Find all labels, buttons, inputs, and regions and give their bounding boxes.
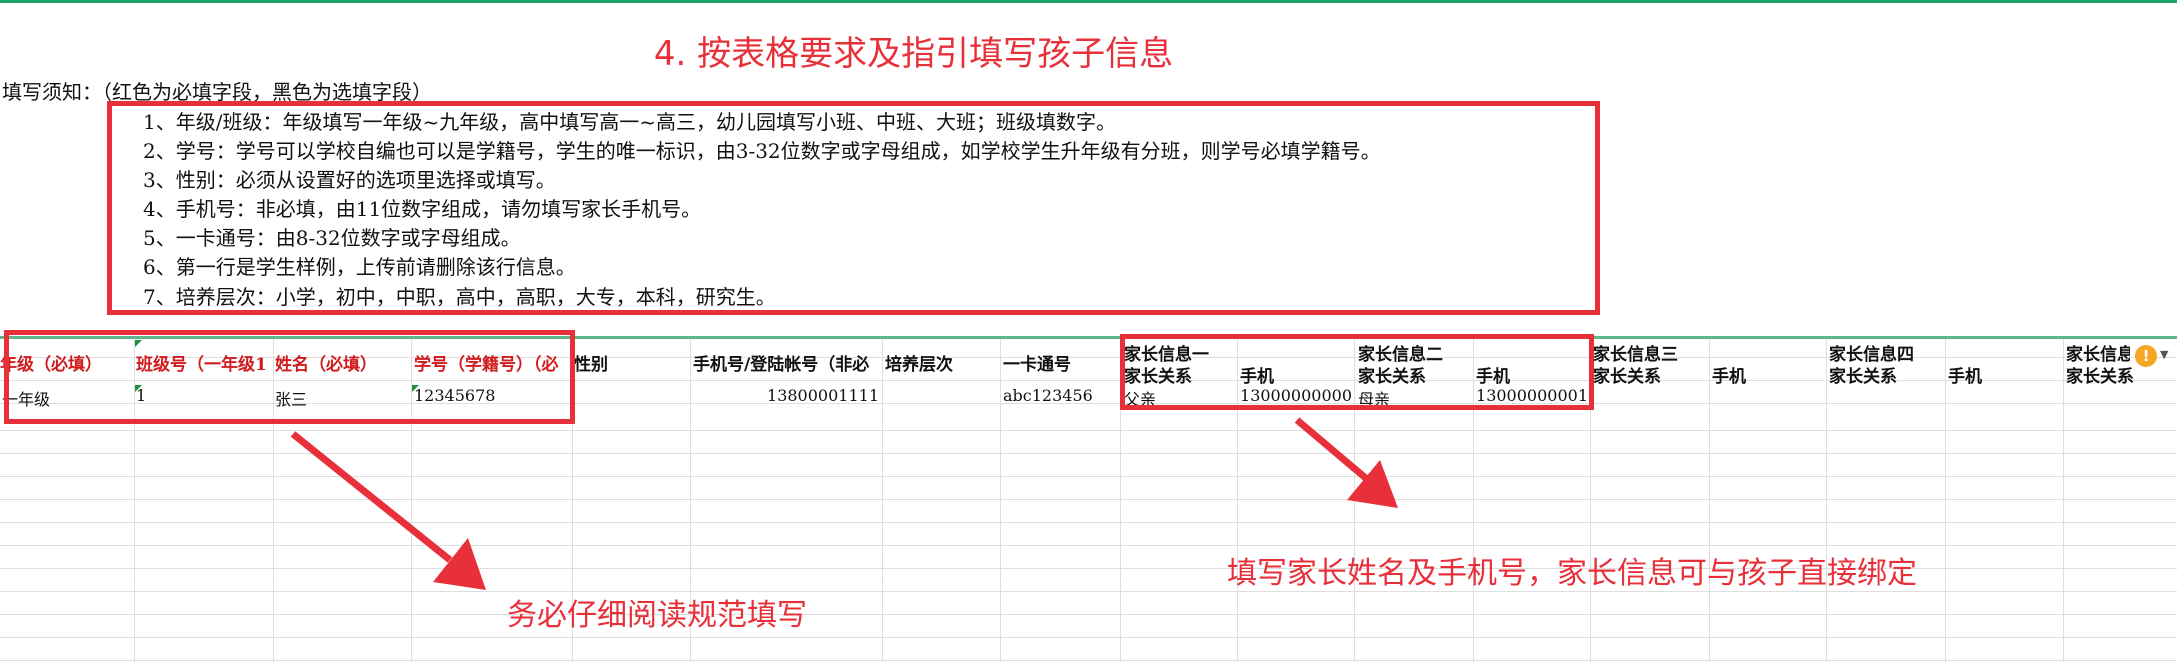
annotation-parent-info: 填写家长姓名及手机号，家长信息可与孩子直接绑定: [1227, 556, 1917, 591]
left-arrow-head: [433, 538, 486, 590]
annotation-read-carefully: 务必仔细阅读规范填写: [507, 598, 807, 633]
right-arrow-shaft: [1294, 417, 1371, 483]
left-arrow-shaft: [290, 431, 453, 563]
